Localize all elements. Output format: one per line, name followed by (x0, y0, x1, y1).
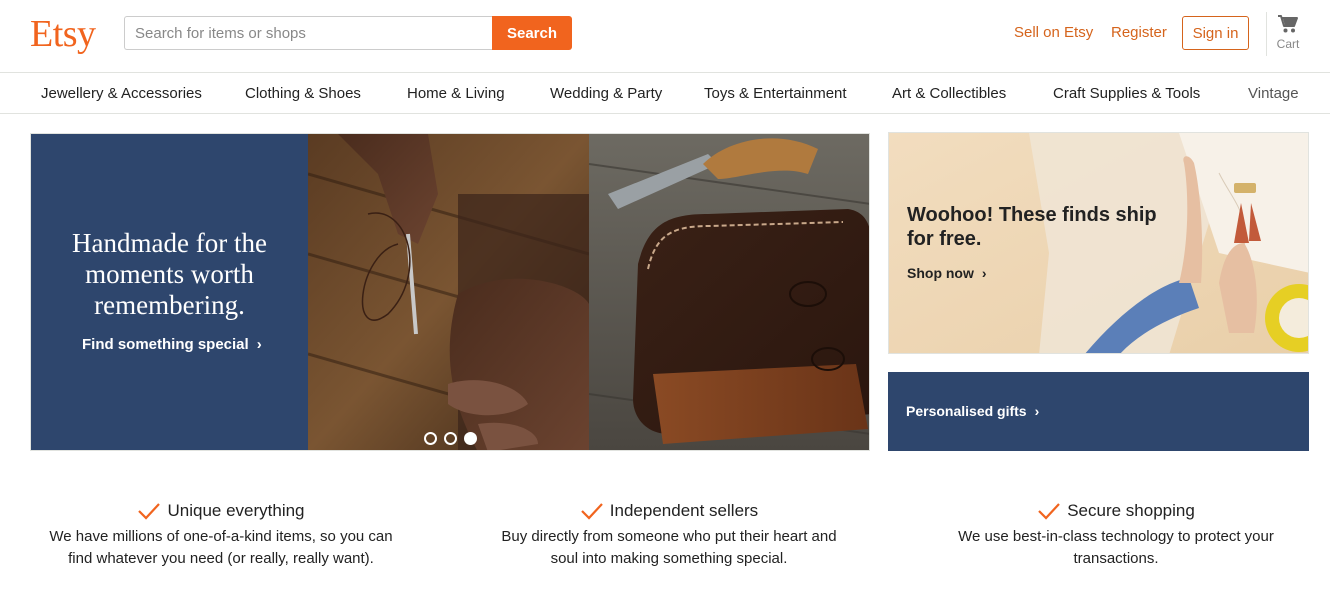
value-prop-independent: Independent sellers Buy directly from so… (494, 499, 844, 570)
register-link[interactable]: Register (1111, 24, 1167, 41)
category-nav: Jewellery & Accessories Clothing & Shoes… (0, 73, 1330, 114)
value-prop-description: We have millions of one-of-a-kind items,… (49, 528, 393, 567)
find-something-special-link[interactable]: Find something special › (82, 336, 262, 353)
checkmark-icon (581, 503, 603, 520)
category-art[interactable]: Art & Collectibles (892, 85, 1006, 102)
header-divider (1266, 12, 1267, 56)
checkmark-icon (138, 503, 161, 520)
etsy-logo[interactable]: Etsy (30, 12, 96, 56)
value-prop-unique: Unique everything We have millions of on… (45, 499, 397, 570)
personalised-gifts-label: Personalised gifts (906, 403, 1027, 419)
shop-now-link[interactable]: Shop now › (907, 265, 987, 281)
category-craft[interactable]: Craft Supplies & Tools (1053, 85, 1200, 102)
value-prop-heading: Unique everything (45, 499, 397, 523)
cart-label: Cart (1276, 37, 1300, 51)
category-vintage[interactable]: Vintage (1248, 85, 1299, 102)
value-prop-title: Independent sellers (609, 501, 759, 520)
shop-now-label: Shop now (907, 265, 974, 281)
sell-on-etsy-link[interactable]: Sell on Etsy (1014, 24, 1093, 41)
carousel-dot[interactable] (444, 432, 457, 445)
personalised-gifts-link[interactable]: Personalised gifts › (906, 403, 1039, 419)
chevron-right-icon: › (981, 265, 987, 281)
free-shipping-promo[interactable]: Woohoo! These finds ship for free. Shop … (888, 132, 1309, 354)
personalised-gifts-banner[interactable]: Personalised gifts › (888, 372, 1309, 451)
promo-title: Woohoo! These finds ship for free. (907, 204, 1157, 250)
value-prop-secure: Secure shopping We use best-in-class tec… (940, 499, 1292, 570)
category-jewellery[interactable]: Jewellery & Accessories (41, 85, 202, 102)
search-bar: Search (124, 16, 572, 50)
chevron-right-icon: › (1034, 403, 1040, 419)
search-button[interactable]: Search (492, 16, 572, 50)
value-prop-heading: Secure shopping (940, 499, 1292, 523)
checkmark-icon (1038, 503, 1061, 520)
hero-title: Handmade for the moments worth rememberi… (72, 228, 267, 320)
hero-link-label: Find something special (82, 336, 249, 353)
value-prop-title: Secure shopping (1067, 501, 1195, 520)
site-header: Etsy Search Sell on Etsy Register Sign i… (0, 0, 1330, 73)
category-wedding[interactable]: Wedding & Party (550, 85, 662, 102)
value-prop-heading: Independent sellers (494, 499, 844, 523)
value-prop-title: Unique everything (167, 501, 305, 520)
value-prop-description: Buy directly from someone who put their … (501, 528, 837, 567)
carousel-dot[interactable] (424, 432, 437, 445)
hero-carousel[interactable]: Handmade for the moments worth rememberi… (30, 133, 870, 451)
sign-in-button[interactable]: Sign in (1182, 16, 1249, 50)
category-home[interactable]: Home & Living (407, 85, 505, 102)
cart-button[interactable]: Cart (1270, 14, 1306, 51)
hero-leatherwork-photo (308, 134, 869, 450)
cart-icon (1278, 15, 1298, 33)
carousel-dot-active[interactable] (464, 432, 477, 445)
hero-text-panel: Handmade for the moments worth rememberi… (31, 134, 308, 450)
category-clothing[interactable]: Clothing & Shoes (245, 85, 361, 102)
category-toys[interactable]: Toys & Entertainment (704, 85, 847, 102)
search-input[interactable] (124, 16, 492, 50)
chevron-right-icon: › (256, 336, 262, 353)
carousel-dots (424, 432, 477, 445)
value-prop-description: We use best-in-class technology to prote… (958, 528, 1274, 567)
